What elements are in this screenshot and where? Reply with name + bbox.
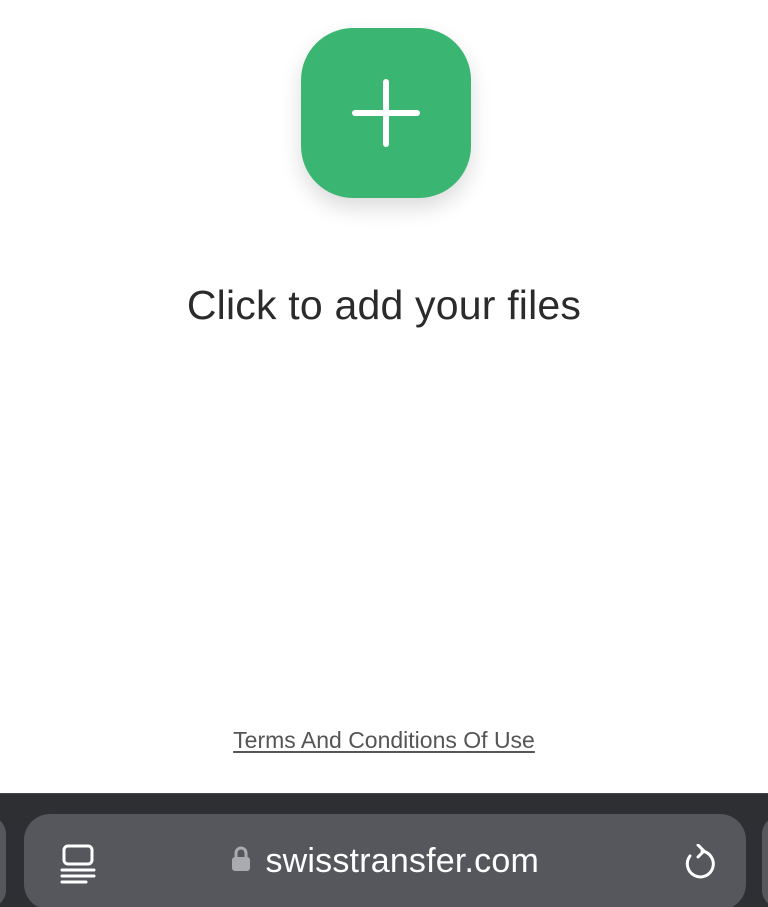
browser-toolbar: swisstransfer.com (0, 793, 768, 907)
url-text: swisstransfer.com (265, 842, 540, 880)
terms-and-conditions-link[interactable]: Terms And Conditions Of Use (0, 727, 768, 754)
url-display[interactable]: swisstransfer.com (24, 842, 746, 881)
previous-tab-peek[interactable] (0, 816, 6, 907)
page: Click to add your files Terms And Condit… (0, 0, 768, 907)
add-files-button[interactable] (301, 28, 471, 198)
upload-area[interactable]: Click to add your files Terms And Condit… (0, 0, 768, 793)
address-bar[interactable]: swisstransfer.com (24, 814, 746, 907)
lock-icon (231, 846, 250, 871)
reload-icon[interactable] (682, 844, 718, 882)
add-files-headline[interactable]: Click to add your files (0, 282, 768, 329)
next-tab-peek[interactable] (762, 816, 768, 907)
plus-icon (352, 79, 420, 147)
